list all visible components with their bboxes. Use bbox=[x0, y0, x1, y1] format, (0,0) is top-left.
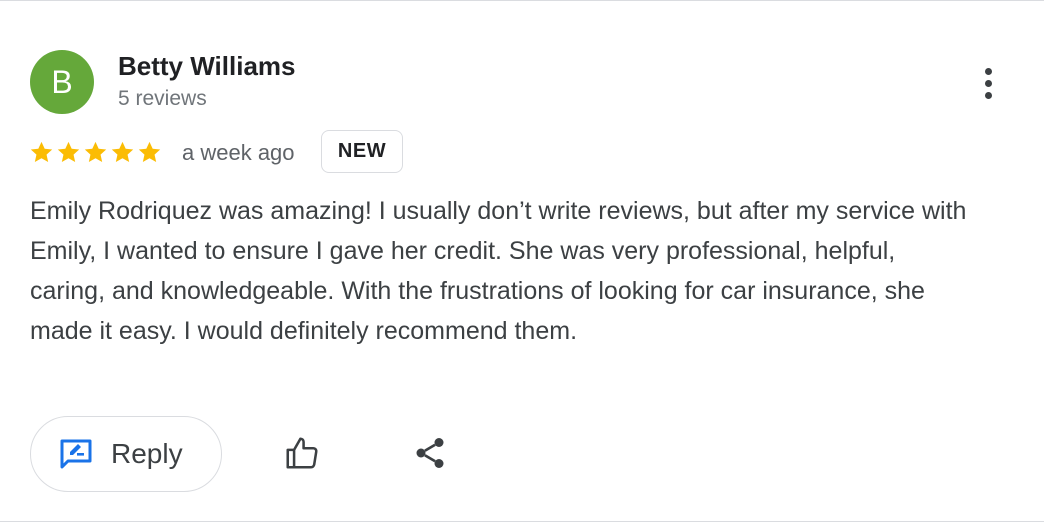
new-badge: NEW bbox=[321, 130, 403, 173]
review-text: Emily Rodriquez was amazing! I usually d… bbox=[30, 197, 967, 345]
avatar-letter: B bbox=[51, 64, 73, 100]
review-card: B Betty Williams 5 reviews a week ago NE… bbox=[0, 0, 1044, 522]
reply-button[interactable]: Reply bbox=[30, 416, 222, 492]
avatar[interactable]: B bbox=[30, 50, 94, 114]
star-rating bbox=[29, 135, 162, 169]
thumbs-up-icon bbox=[286, 437, 318, 469]
star-icon bbox=[30, 141, 53, 162]
more-options-button[interactable] bbox=[968, 61, 1008, 105]
share-button[interactable] bbox=[408, 431, 452, 475]
star-icon bbox=[57, 141, 80, 162]
review-count: 5 reviews bbox=[118, 87, 207, 110]
review-timestamp: a week ago bbox=[182, 140, 295, 165]
share-icon bbox=[416, 438, 444, 468]
star-icon bbox=[138, 141, 161, 162]
more-vert-icon bbox=[984, 67, 992, 75]
like-button[interactable] bbox=[280, 431, 324, 475]
more-vert-icon-dot bbox=[984, 79, 992, 87]
star-icon bbox=[84, 141, 107, 162]
star-icon bbox=[111, 141, 134, 162]
reviewer-name[interactable]: Betty Williams bbox=[118, 51, 295, 82]
reply-edit-icon bbox=[60, 439, 92, 469]
more-vert-icon-dot bbox=[984, 91, 992, 99]
reply-label: Reply bbox=[111, 438, 183, 469]
